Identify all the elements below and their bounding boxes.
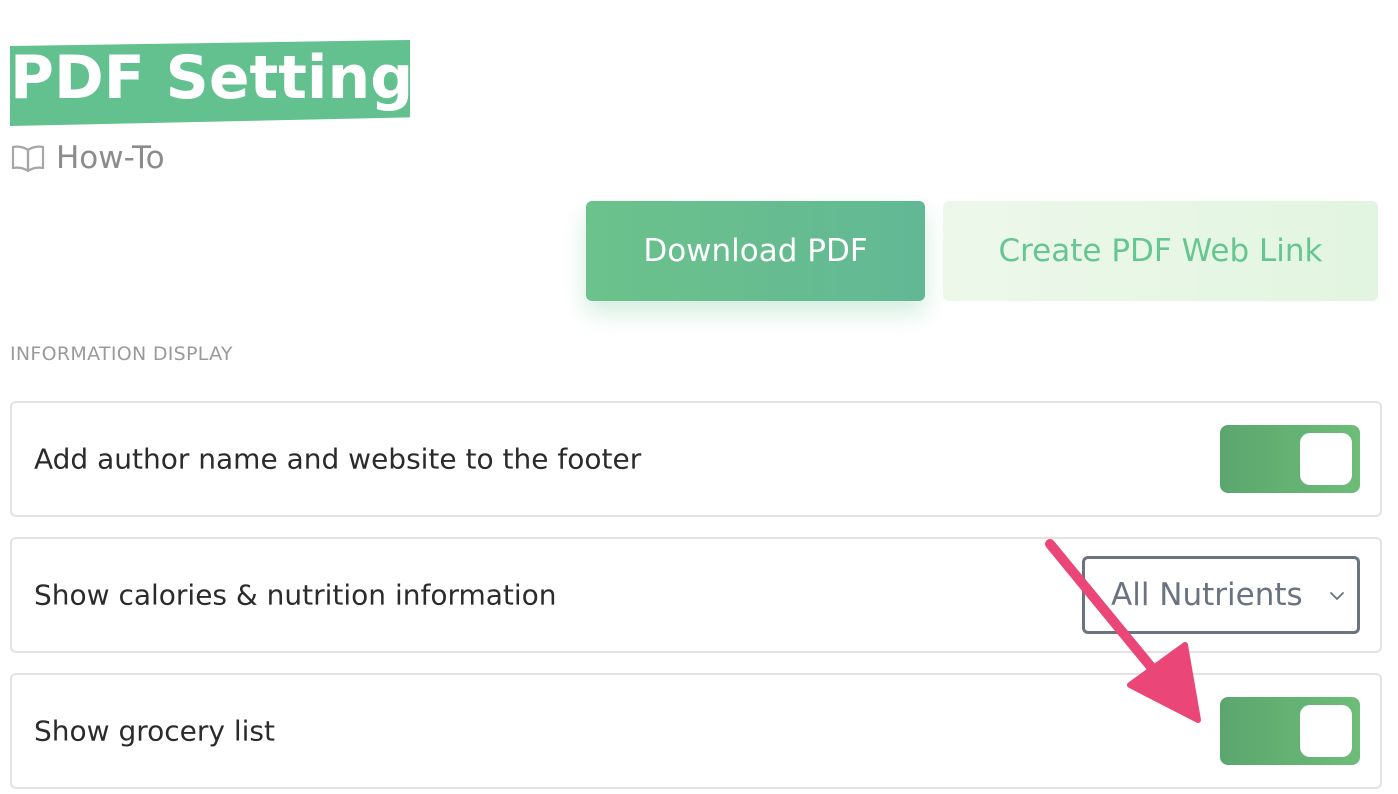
chevron-down-icon bbox=[1330, 592, 1344, 600]
setting-row-author-footer: Add author name and website to the foote… bbox=[10, 401, 1382, 517]
howto-link[interactable]: How-To bbox=[10, 138, 165, 178]
section-label: INFORMATION DISPLAY bbox=[10, 343, 233, 365]
book-open-icon bbox=[10, 143, 46, 173]
setting-row-nutrition: Show calories & nutrition information Al… bbox=[10, 537, 1382, 653]
nutrition-select[interactable]: All Nutrients bbox=[1082, 556, 1360, 634]
grocery-list-toggle[interactable] bbox=[1220, 697, 1360, 765]
download-pdf-button[interactable]: Download PDF bbox=[586, 201, 925, 301]
setting-label: Show grocery list bbox=[34, 714, 275, 748]
howto-label: How-To bbox=[56, 140, 165, 176]
toggle-knob bbox=[1300, 433, 1352, 485]
setting-label: Add author name and website to the foote… bbox=[34, 442, 642, 476]
create-pdf-web-link-button[interactable]: Create PDF Web Link bbox=[943, 201, 1378, 301]
page-title-banner: PDF Settings bbox=[10, 40, 449, 126]
setting-row-grocery-list: Show grocery list bbox=[10, 673, 1382, 789]
author-footer-toggle[interactable] bbox=[1220, 425, 1360, 493]
toggle-knob bbox=[1300, 705, 1352, 757]
setting-label: Show calories & nutrition information bbox=[34, 578, 557, 612]
select-value: All Nutrients bbox=[1111, 577, 1303, 613]
page-title: PDF Settings bbox=[10, 43, 449, 113]
pdf-settings-page: PDF Settings How-To Download PDF Create … bbox=[0, 0, 1398, 794]
